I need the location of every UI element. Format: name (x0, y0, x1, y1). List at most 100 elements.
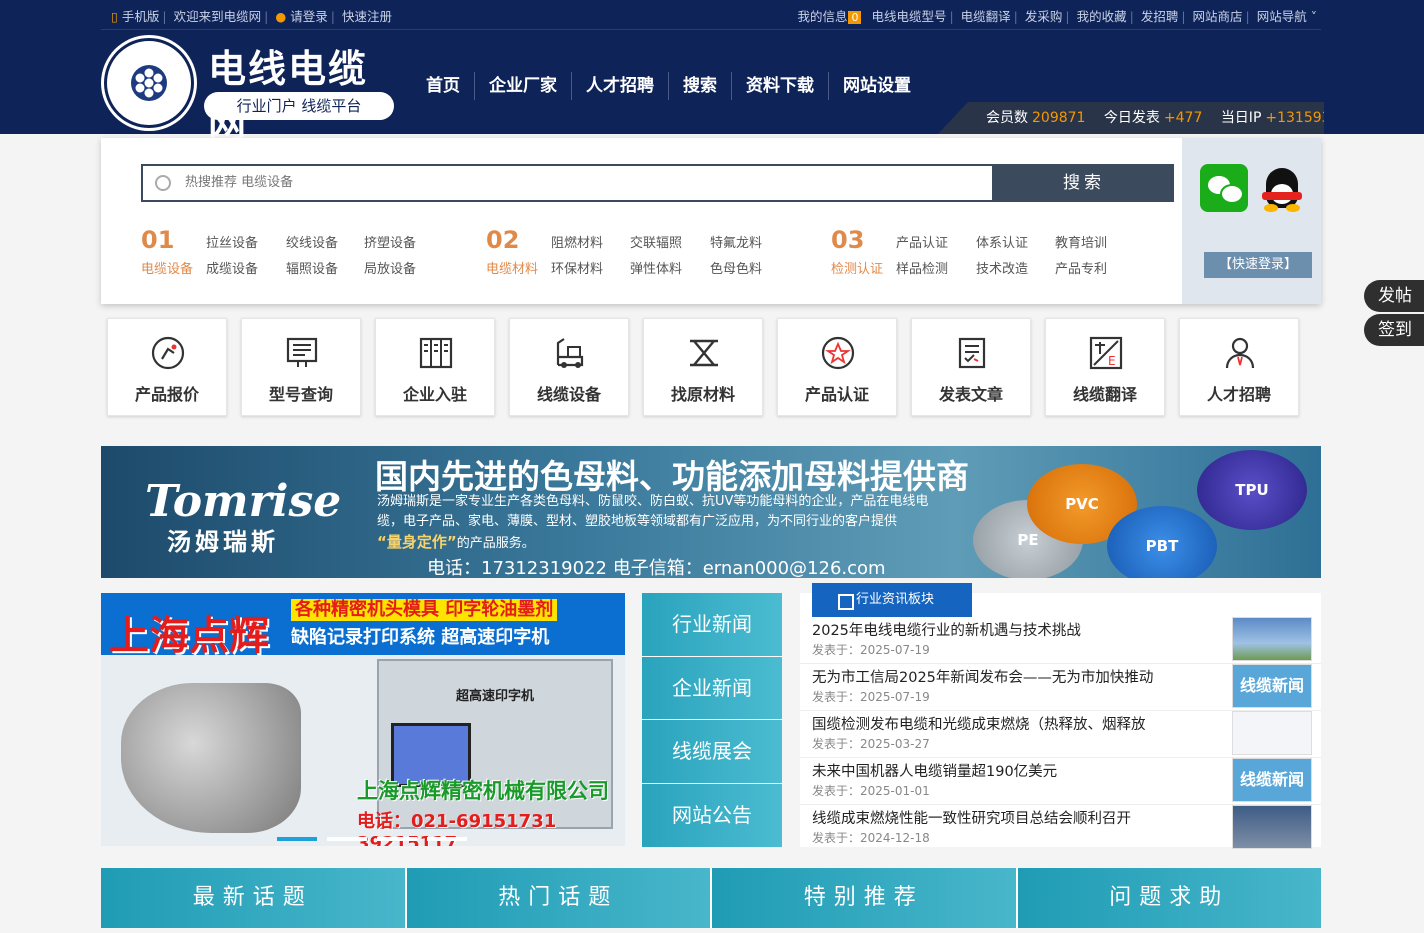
tile-equipment[interactable]: 线缆设备 (509, 318, 629, 416)
tab-site-notice[interactable]: 网站公告 (642, 783, 782, 847)
tile-article[interactable]: 发表文章 (911, 318, 1031, 416)
category-keyword[interactable]: 教育培训 (1055, 232, 1107, 251)
category-keyword[interactable]: 技术改造 (976, 258, 1028, 277)
news-title[interactable]: 线缆成束燃烧性能一致性研究项目总结会顺利召开 (812, 807, 1131, 828)
category-keyword[interactable]: 阻燃材料 (551, 232, 603, 251)
news-title[interactable]: 无为市工信局2025年新闻发布会——无为市加快推动 (812, 666, 1153, 687)
nav-recruit[interactable]: 人才招聘 (572, 72, 669, 100)
category-name[interactable]: 电缆设备 (141, 258, 193, 277)
news-thumbnail[interactable] (1232, 805, 1312, 849)
search-button[interactable]: 搜索 (994, 164, 1174, 202)
category-keyword[interactable]: 弹性体料 (630, 258, 682, 277)
tab-cable-expo[interactable]: 线缆展会 (642, 720, 782, 784)
ad-banner-tomrise[interactable]: Tomrise 汤姆瑞斯 国内先进的色母料、功能添加母料提供商 汤姆瑞斯是一家专… (101, 446, 1321, 578)
user-icon: ● (275, 9, 287, 24)
news-thumbnail[interactable]: 线缆新闻 (1232, 664, 1312, 708)
nav-settings[interactable]: 网站设置 (829, 72, 925, 100)
slider-dot[interactable] (327, 837, 367, 841)
tile-recruit[interactable]: 人才招聘 (1179, 318, 1299, 416)
cable-translate-link[interactable]: 电缆翻译 (961, 9, 1011, 24)
list-item[interactable]: 无为市工信局2025年新闻发布会——无为市加快推动 发表于：2025-07-19… (800, 664, 1321, 711)
slider-subtitle-2: 缺陷记录打印系统 超高速印字机 (291, 627, 550, 648)
category-keyword[interactable]: 辐照设备 (286, 258, 338, 277)
tile-certification[interactable]: 产品认证 (777, 318, 897, 416)
category-name[interactable]: 检测认证 (831, 258, 883, 277)
site-logo[interactable]: 电线电缆网 行业门户 线缆平台 (104, 36, 404, 146)
nav-search[interactable]: 搜索 (669, 72, 732, 100)
tile-translate[interactable]: E 线缆翻译 (1045, 318, 1165, 416)
slider-dot[interactable] (427, 837, 467, 841)
pellet-pbt: PBT (1107, 506, 1217, 578)
tile-label: 企业入驻 (402, 385, 467, 404)
message-badge: 0 (848, 11, 862, 24)
category-keyword[interactable]: 交联辐照 (630, 232, 682, 251)
store-link[interactable]: 网站商店 (1193, 9, 1243, 24)
category-name[interactable]: 电缆材料 (486, 258, 538, 277)
site-nav-link[interactable]: 网站导航 (1257, 9, 1307, 24)
category-keyword[interactable]: 产品认证 (896, 232, 948, 251)
category-number: 03 (831, 226, 865, 254)
topic-tabs: 最新话题 热门话题 特别推荐 问题求助 (101, 868, 1321, 928)
article-icon (958, 337, 986, 369)
slider-dot[interactable] (377, 837, 417, 841)
nav-home[interactable]: 首页 (412, 72, 475, 100)
my-info-link[interactable]: 我的信息 (797, 9, 847, 24)
news-title[interactable]: 2025年电线电缆行业的新机遇与技术挑战 (812, 619, 1081, 640)
tab-hot-topics[interactable]: 热门话题 (406, 868, 712, 928)
tile-model-query[interactable]: 型号查询 (241, 318, 361, 416)
news-title[interactable]: 国缆检测发布电缆和光缆成束燃烧（热释放、烟释放 (812, 713, 1146, 734)
category-keyword[interactable]: 产品专利 (1055, 258, 1107, 277)
favorites-link[interactable]: 我的收藏 (1077, 9, 1127, 24)
category-keyword[interactable]: 色母色料 (710, 258, 762, 277)
tab-help[interactable]: 问题求助 (1017, 868, 1321, 928)
tile-material[interactable]: 找原材料 (643, 318, 763, 416)
nav-companies[interactable]: 企业厂家 (475, 72, 572, 100)
tab-latest-topics[interactable]: 最新话题 (101, 868, 407, 928)
news-date: 发表于：2025-03-27 (812, 737, 930, 751)
mobile-icon: ▯ (111, 9, 118, 24)
panel-label: 超高速印字机 (455, 689, 534, 704)
machine-image (121, 683, 301, 833)
checkin-button[interactable]: 签到 (1364, 314, 1424, 346)
list-item[interactable]: 2025年电线电缆行业的新机遇与技术挑战 发表于：2025-07-19 (800, 617, 1321, 664)
list-item[interactable]: 国缆检测发布电缆和光缆成束燃烧（热释放、烟释放 发表于：2025-03-27 (800, 711, 1321, 758)
post-purchase-link[interactable]: 发采购 (1025, 9, 1063, 24)
category-keyword[interactable]: 绞线设备 (286, 232, 338, 251)
category-keyword[interactable]: 特氟龙料 (710, 232, 762, 251)
nav-downloads[interactable]: 资料下载 (732, 72, 829, 100)
post-button[interactable]: 发帖 (1364, 280, 1424, 312)
list-item[interactable]: 未来中国机器人电缆销量超190亿美元 发表于：2025-01-01 线缆新闻 (800, 758, 1321, 805)
news-thumbnail[interactable] (1232, 711, 1312, 755)
category-keyword[interactable]: 环保材料 (551, 258, 603, 277)
search-input[interactable]: 热搜推荐 电缆设备 (141, 164, 994, 202)
news-thumbnail[interactable] (1232, 617, 1312, 661)
quick-login-button[interactable]: 【快速登录】 (1204, 252, 1312, 278)
news-title[interactable]: 未来中国机器人电缆销量超190亿美元 (812, 760, 1057, 781)
news-date: 发表于：2025-07-19 (812, 690, 930, 704)
category-keyword[interactable]: 样品检测 (896, 258, 948, 277)
category-keyword[interactable]: 挤塑设备 (364, 232, 416, 251)
category-keyword[interactable]: 成缆设备 (206, 258, 258, 277)
tab-company-news[interactable]: 企业新闻 (642, 656, 782, 720)
tile-label: 线缆设备 (536, 385, 601, 404)
mobile-link[interactable]: 手机版 (122, 9, 160, 24)
qq-icon[interactable] (1258, 162, 1306, 214)
cable-model-link[interactable]: 电线电缆型号 (871, 9, 946, 24)
ad-slider[interactable]: 上海点辉 各种精密机头模具 印字轮油墨剂 缺陷记录打印系统 超高速印字机 超高速… (101, 593, 625, 846)
tile-company[interactable]: 企业入驻 (375, 318, 495, 416)
slider-dot[interactable] (277, 837, 317, 841)
category-keyword[interactable]: 体系认证 (976, 232, 1028, 251)
slider-company: 上海点辉精密机械有限公司 (357, 779, 609, 803)
login-link[interactable]: 请登录 (290, 9, 328, 24)
tab-recommended[interactable]: 特别推荐 (712, 868, 1018, 928)
post-job-link[interactable]: 发招聘 (1141, 9, 1179, 24)
category-keyword[interactable]: 拉丝设备 (206, 232, 258, 251)
list-item[interactable]: 线缆成束燃烧性能一致性研究项目总结会顺利召开 发表于：2024-12-18 (800, 805, 1321, 852)
wechat-icon[interactable] (1200, 164, 1248, 212)
news-section-header[interactable]: 行业资讯板块 (812, 583, 972, 617)
news-thumbnail[interactable]: 线缆新闻 (1232, 758, 1312, 802)
category-keyword[interactable]: 局放设备 (364, 258, 416, 277)
register-link[interactable]: 快速注册 (342, 9, 392, 24)
tab-industry-news[interactable]: 行业新闻 (642, 593, 782, 657)
tile-price[interactable]: 产品报价 (107, 318, 227, 416)
